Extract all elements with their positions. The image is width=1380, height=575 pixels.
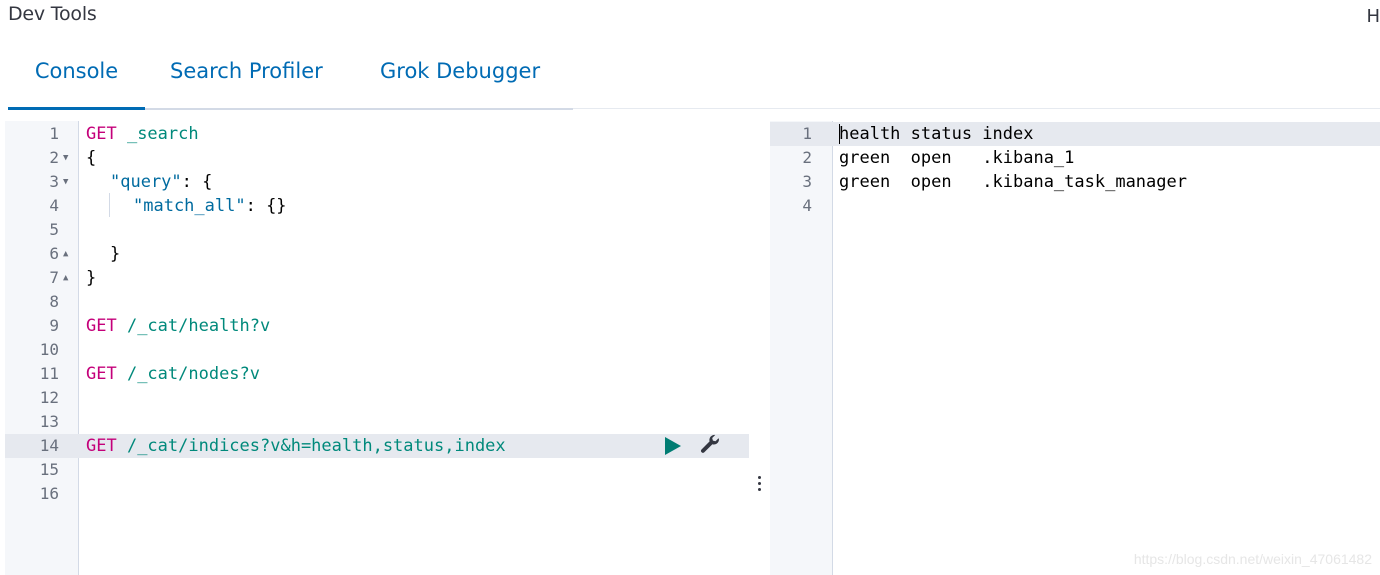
wrench-icon[interactable] xyxy=(698,434,722,458)
line-number: 13 xyxy=(39,412,59,431)
output-line[interactable]: 4 xyxy=(770,194,1380,218)
line-number: 4 xyxy=(802,196,812,215)
editor-line[interactable]: 7 ▲ } xyxy=(5,266,749,290)
line-number: 12 xyxy=(39,388,59,407)
line-number: 7 xyxy=(49,268,59,287)
tab-search-profiler[interactable]: Search Profiler xyxy=(170,44,323,110)
output-line-active[interactable]: 1 health status index xyxy=(770,122,1380,146)
help-link[interactable]: H xyxy=(1366,6,1380,27)
editor-line[interactable]: 15 xyxy=(5,458,749,482)
line-number: 6 xyxy=(49,244,59,263)
http-method: GET xyxy=(86,124,117,144)
editor-line[interactable]: 6 ▲ } xyxy=(5,242,749,266)
request-path: /_cat/nodes?v xyxy=(116,364,261,384)
text-cursor xyxy=(839,124,840,144)
request-editor[interactable]: 1 GET _search 2 ▼ { 3 ▼ "query": { 4 "ma… xyxy=(5,121,749,575)
editor-line[interactable]: 10 xyxy=(5,338,749,362)
header-divider xyxy=(573,108,1380,109)
json-key: "match_all" xyxy=(133,196,246,216)
code-text: : { xyxy=(181,172,213,192)
request-path: _search xyxy=(116,124,199,144)
editor-line[interactable]: 8 xyxy=(5,290,749,314)
editor-line[interactable]: 1 GET _search xyxy=(5,122,749,146)
editor-line[interactable]: 13 xyxy=(5,410,749,434)
http-method: GET xyxy=(86,364,117,384)
line-number: 14 xyxy=(39,436,59,455)
panel-resize-handle[interactable] xyxy=(751,472,767,494)
request-path: /_cat/health?v xyxy=(116,316,271,336)
editor-line-active[interactable]: 14 GET /_cat/indices?v&h=health,status,i… xyxy=(5,434,749,458)
code-text: : {} xyxy=(245,196,287,216)
resize-dot xyxy=(758,482,761,485)
line-number: 8 xyxy=(49,292,59,311)
resize-dot xyxy=(758,488,761,491)
watermark: https://blog.csdn.net/weixin_47061482 xyxy=(1133,551,1372,567)
output-line[interactable]: 2 green open .kibana_1 xyxy=(770,146,1380,170)
response-output[interactable]: 1 health status index 2 green open .kiba… xyxy=(770,121,1380,575)
fold-toggle-icon[interactable]: ▲ xyxy=(63,266,68,290)
editor-line[interactable]: 2 ▼ { xyxy=(5,146,749,170)
resize-dot xyxy=(758,476,761,479)
line-number: 15 xyxy=(39,460,59,479)
output-text: green open .kibana_1 xyxy=(839,148,1075,168)
editor-line[interactable]: 3 ▼ "query": { xyxy=(5,170,749,194)
editor-line[interactable]: 12 xyxy=(5,386,749,410)
editor-line[interactable]: 5 xyxy=(5,218,749,242)
output-line[interactable]: 3 green open .kibana_task_manager xyxy=(770,170,1380,194)
tab-console[interactable]: Console xyxy=(8,44,145,110)
indent-guide xyxy=(109,193,110,217)
editor-line[interactable]: 9 GET /_cat/health?v xyxy=(5,314,749,338)
http-method: GET xyxy=(86,316,117,336)
line-number: 9 xyxy=(49,316,59,335)
line-number: 3 xyxy=(49,172,59,191)
code-text: { xyxy=(86,148,97,168)
line-number: 10 xyxy=(39,340,59,359)
line-number: 1 xyxy=(802,124,812,143)
request-path: /_cat/indices?v&h=health,status,index xyxy=(116,436,506,456)
line-number: 11 xyxy=(39,364,59,383)
line-number: 16 xyxy=(39,484,59,503)
line-number: 1 xyxy=(49,124,59,143)
play-icon[interactable] xyxy=(665,437,681,455)
fold-toggle-icon[interactable]: ▼ xyxy=(63,146,68,170)
json-key: "query" xyxy=(110,172,182,192)
code-text: } xyxy=(110,244,121,264)
line-number: 4 xyxy=(49,196,59,215)
editor-line[interactable]: 11 GET /_cat/nodes?v xyxy=(5,362,749,386)
editor-line[interactable]: 4 "match_all": {} xyxy=(5,194,749,218)
line-number: 2 xyxy=(802,148,812,167)
http-method: GET xyxy=(86,436,117,456)
code-text: } xyxy=(86,268,97,288)
page-title: Dev Tools xyxy=(8,3,97,25)
editor-line[interactable]: 16 xyxy=(5,482,749,506)
fold-toggle-icon[interactable]: ▼ xyxy=(63,170,68,194)
line-number: 5 xyxy=(49,220,59,239)
tab-grok-debugger[interactable]: Grok Debugger xyxy=(380,44,540,110)
output-text: health status index xyxy=(839,124,1034,144)
line-number: 3 xyxy=(802,172,812,191)
line-number: 2 xyxy=(49,148,59,167)
fold-toggle-icon[interactable]: ▲ xyxy=(63,242,68,266)
output-text: green open .kibana_task_manager xyxy=(839,172,1187,192)
tab-bar: Console Search Profiler Grok Debugger xyxy=(8,44,573,110)
